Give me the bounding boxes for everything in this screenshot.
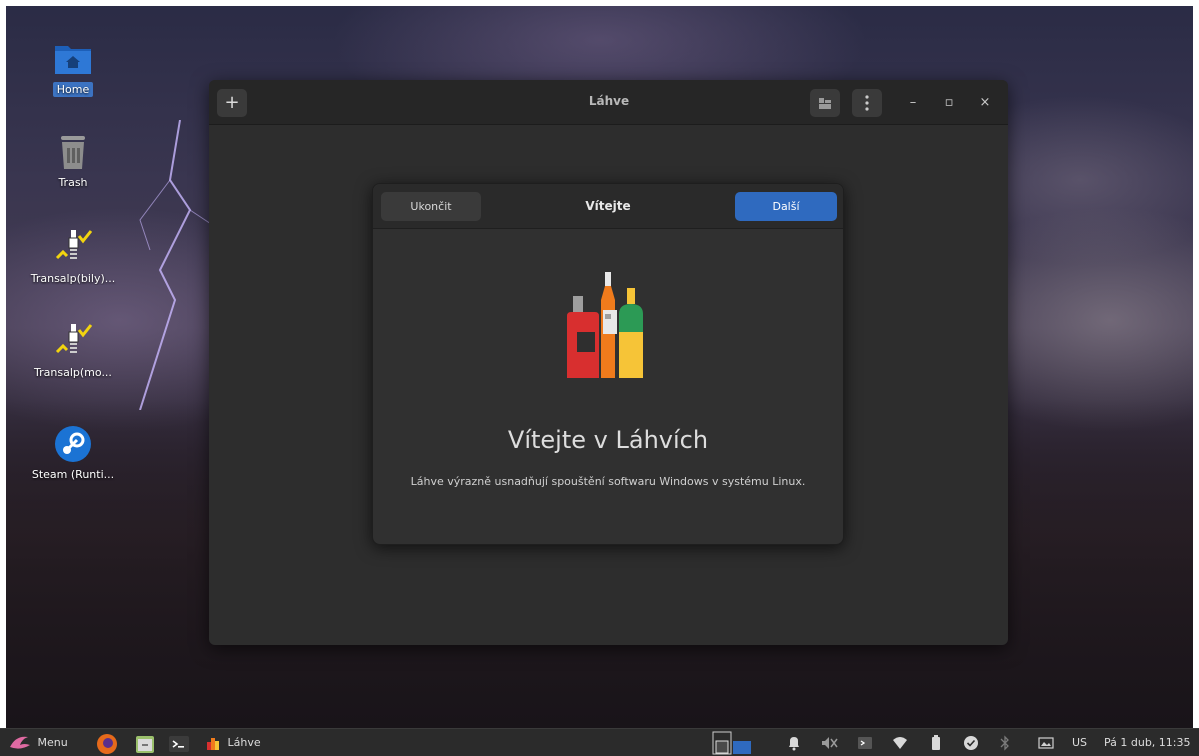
main-menu-button[interactable] [852, 89, 882, 117]
bell-icon [789, 737, 799, 751]
check-circle-icon [964, 736, 978, 750]
desktop-icon-home[interactable]: Home [23, 38, 123, 100]
keyboard-layout-indicator[interactable]: US [1072, 733, 1094, 753]
launcher-script-icon [53, 322, 93, 362]
firefox-icon [97, 734, 117, 754]
desktop-icon-steam[interactable]: Steam (Runti... [23, 424, 123, 481]
workspace-icon [712, 731, 751, 755]
bottles-logo-icon [567, 272, 643, 378]
desktop-icon-label: Trash [58, 176, 88, 189]
updates-button[interactable] [963, 735, 979, 751]
desktop-icon-label: Home [52, 82, 94, 97]
welcome-description: Láhve výrazně usnadňují spouštění softwa… [410, 475, 806, 488]
minimize-button[interactable]: – [902, 92, 924, 114]
desktop-icon-label: Steam (Runti... [31, 468, 115, 481]
next-button[interactable]: Další [735, 192, 837, 221]
wifi-icon [893, 737, 907, 749]
volume-muted-icon [822, 737, 838, 749]
volume-muted-button[interactable] [820, 735, 838, 751]
library-icon [819, 98, 831, 109]
desktop-icon-transalp-bily[interactable]: Transalp(bily)... [23, 228, 123, 285]
add-bottle-button[interactable]: + [217, 89, 247, 117]
home-folder-icon [53, 38, 93, 78]
start-menu-label: Menu [37, 736, 68, 749]
welcome-dialog: Ukončit Vítejte Další Vítejte v Láhvích … [372, 183, 844, 545]
terminal-launcher[interactable] [168, 733, 192, 753]
terminal-tray-button[interactable] [857, 735, 873, 751]
files-icon [136, 736, 154, 753]
terminal-icon [169, 736, 189, 752]
start-menu-button[interactable]: Menu [8, 733, 80, 753]
library-button[interactable] [810, 89, 840, 117]
clock[interactable]: Pá 1 dub, 11:35 [1104, 733, 1199, 753]
battery-icon [932, 735, 940, 750]
welcome-heading: Vítejte v Láhvích [507, 426, 709, 454]
menu-logo-icon [10, 736, 30, 749]
bluetooth-button[interactable] [997, 735, 1013, 751]
notifications-button[interactable] [786, 735, 802, 751]
dialog-header: Ukončit Vítejte Další [373, 184, 843, 229]
file-manager-launcher[interactable] [134, 733, 158, 753]
taskbar: Menu Láhve US Pá 1 dub, 11:35 [0, 728, 1199, 756]
window-titlebar[interactable]: + Láhve – ▫ × [209, 80, 1008, 125]
bottles-app-icon [207, 738, 219, 750]
desktop-icon-label: Transalp(mo... [34, 366, 112, 379]
desktop-icon-label: Transalp(bily)... [30, 272, 116, 285]
workspace-switcher[interactable] [712, 731, 752, 755]
image-icon [1038, 737, 1054, 749]
steam-icon [53, 424, 93, 464]
battery-button[interactable] [928, 735, 944, 751]
taskbar-window-label: Láhve [227, 736, 261, 749]
firefox-launcher[interactable] [96, 733, 122, 754]
screenshot-tray-button[interactable] [1038, 735, 1054, 751]
maximize-button[interactable]: ▫ [938, 92, 960, 114]
kebab-menu-icon [865, 95, 869, 111]
launcher-script-icon [53, 228, 93, 268]
desktop-icon-transalp-mo[interactable]: Transalp(mo... [23, 322, 123, 379]
desktop-icon-trash[interactable]: Trash [23, 132, 123, 189]
bluetooth-icon [1000, 735, 1009, 751]
dialog-title: Vítejte [585, 199, 631, 213]
terminal-icon [858, 737, 872, 749]
taskbar-window-bottles[interactable]: Láhve [206, 733, 386, 753]
network-button[interactable] [892, 735, 908, 751]
close-button[interactable]: × [974, 92, 996, 114]
quit-button[interactable]: Ukončit [381, 192, 481, 221]
trash-icon [53, 132, 93, 172]
window-title: Láhve [588, 94, 630, 108]
